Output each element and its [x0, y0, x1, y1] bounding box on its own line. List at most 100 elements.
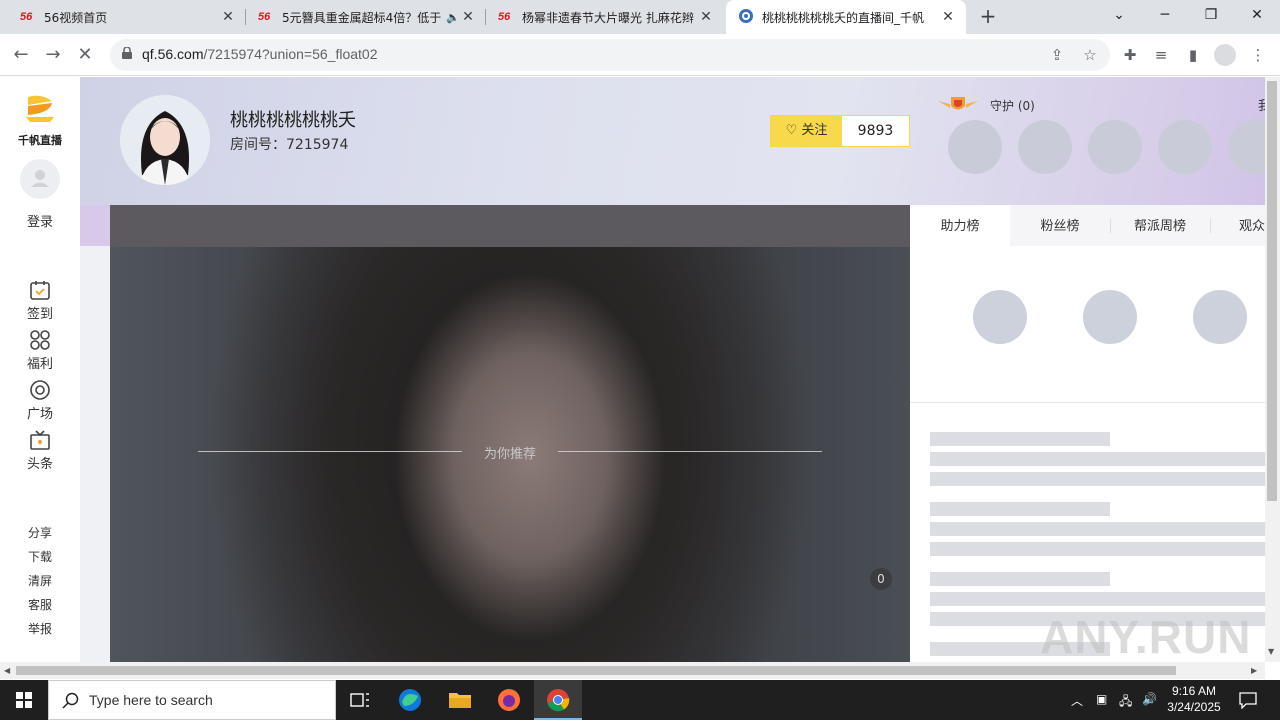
- qianfan-logo-icon[interactable]: [24, 93, 56, 123]
- search-placeholder: Type here to search: [89, 692, 213, 708]
- network-icon[interactable]: 🖧: [1119, 692, 1132, 713]
- ranking-tabs: 助力榜 粉丝榜 帮派周榜 观众: [910, 205, 1265, 246]
- share-icon[interactable]: ⇪: [1047, 45, 1067, 65]
- forward-arrow-icon[interactable]: →: [40, 42, 66, 68]
- login-avatar-icon[interactable]: [20, 159, 60, 199]
- host-name: 桃桃桃桃桃桃夭: [230, 110, 356, 131]
- left-sidebar: 千帆直播 登录 签到 福利 广场 头条 分享 下载 清屏 客服 举报: [0, 77, 80, 662]
- media-controls-icon[interactable]: ≡: [1150, 44, 1172, 66]
- file-explorer-icon[interactable]: [436, 680, 484, 720]
- horizontal-scrollbar[interactable]: ◀ ▶: [0, 662, 1265, 679]
- tab-search-chevron-icon[interactable]: ⌄: [1096, 0, 1142, 34]
- close-tab-icon[interactable]: ✕: [460, 9, 476, 25]
- browser-tab-2[interactable]: 56 5元簪具重金属超标4倍？低于 🔈 ✕: [246, 0, 486, 34]
- report-link[interactable]: 举报: [0, 620, 80, 637]
- loading-skeleton: [930, 572, 1110, 586]
- sidebar-item-headline[interactable]: 头条: [0, 429, 80, 472]
- follow-widget: ♡ 关注 9893: [770, 115, 910, 147]
- follower-count: 9893: [857, 123, 894, 139]
- clear-screen-link[interactable]: 清屏: [0, 572, 80, 589]
- side-panel-icon[interactable]: ▮: [1182, 44, 1204, 66]
- guard-shield-icon: [938, 97, 978, 110]
- live-room: 桃桃桃桃桃桃夭 房间号：7215974 ♡ 关注 9893 守护 (0) 我 为…: [80, 77, 1280, 662]
- close-tab-icon[interactable]: ✕: [220, 9, 236, 25]
- sidebar-item-welfare[interactable]: 福利: [0, 329, 80, 372]
- rank-avatar-slot[interactable]: [973, 290, 1027, 344]
- gift-grid-icon: [30, 330, 50, 350]
- tab-guild-weekly-rank[interactable]: 帮派周榜: [1110, 205, 1210, 246]
- browser-tab-1[interactable]: 56 56视频首页 ✕: [8, 0, 246, 34]
- video-player[interactable]: 为你推荐 0: [110, 205, 910, 662]
- windows-taskbar: Type here to search ︿ ▣ 🖧 🔊 9:16 AM 3/24…: [0, 680, 1280, 720]
- meet-now-icon[interactable]: ▣: [1096, 692, 1107, 706]
- stop-loading-icon[interactable]: ✕: [72, 42, 98, 68]
- taskbar-search-box[interactable]: Type here to search: [48, 680, 336, 720]
- share-link[interactable]: 分享: [0, 524, 80, 541]
- follow-button[interactable]: ♡ 关注: [771, 116, 842, 146]
- page-viewport: 千帆直播 登录 签到 福利 广场 头条 分享 下载 清屏 客服 举报 桃桃桃桃桃…: [0, 77, 1280, 662]
- tab-fans-rank[interactable]: 粉丝榜: [1010, 205, 1110, 246]
- calendar-check-icon: [30, 281, 50, 300]
- download-link[interactable]: 下载: [0, 548, 80, 565]
- volume-icon[interactable]: 🔊: [1142, 692, 1157, 706]
- ranking-panel: 助力榜 粉丝榜 帮派周榜 观众: [910, 205, 1265, 662]
- sidebar-item-checkin[interactable]: 签到: [0, 279, 80, 322]
- bookmark-star-icon[interactable]: ☆: [1080, 45, 1100, 65]
- browser-tab-active[interactable]: 桃桃桃桃桃桃夭的直播间_千帆 ✕: [726, 0, 966, 34]
- extensions-puzzle-icon[interactable]: ✚: [1119, 44, 1141, 66]
- clock-date[interactable]: 3/24/2025: [1160, 700, 1228, 714]
- url-text: qf.56.com/7215974?union=56_float02: [142, 46, 378, 62]
- tv-headline-icon: [30, 430, 50, 450]
- notifications-icon[interactable]: [1238, 691, 1258, 709]
- scroll-right-arrow-icon[interactable]: ▶: [1251, 666, 1257, 675]
- browser-tab-3[interactable]: 56 杨幂非遗春节大片曝光 扎麻花辫 ✕: [486, 0, 724, 34]
- new-tab-button[interactable]: +: [976, 5, 1000, 29]
- guard-slot[interactable]: [1088, 120, 1142, 174]
- tab-title: 桃桃桃桃桃桃夭的直播间_千帆: [762, 10, 925, 25]
- customer-service-link[interactable]: 客服: [0, 596, 80, 613]
- loading-skeleton: [930, 542, 1265, 556]
- loading-skeleton: [930, 452, 1265, 466]
- sidebar-item-label: 福利: [26, 357, 53, 372]
- chrome-icon[interactable]: [534, 680, 582, 720]
- plaza-circle-icon: [30, 380, 50, 400]
- guard-slot[interactable]: [1018, 120, 1072, 174]
- back-arrow-icon[interactable]: ←: [8, 42, 34, 68]
- rank-avatar-slot[interactable]: [1193, 290, 1247, 344]
- vertical-scrollbar[interactable]: ▼: [1265, 77, 1280, 662]
- profile-avatar-icon[interactable]: [1214, 44, 1236, 66]
- recommend-title: 为你推荐: [483, 447, 536, 462]
- windows-start-icon[interactable]: [0, 680, 48, 720]
- close-tab-icon[interactable]: ✕: [698, 9, 714, 25]
- room-id: 房间号：7215974: [230, 137, 349, 153]
- scrollbar-thumb[interactable]: [16, 666, 1176, 675]
- tab-audience[interactable]: 观众: [1210, 205, 1270, 246]
- rank-avatar-slot[interactable]: [1083, 290, 1137, 344]
- sidebar-item-plaza[interactable]: 广场: [0, 379, 80, 422]
- guard-slot[interactable]: [948, 120, 1002, 174]
- tab-support-rank[interactable]: 助力榜: [910, 205, 1010, 246]
- anyrun-watermark: ANY.RUN: [1040, 611, 1252, 663]
- task-view-icon[interactable]: [336, 680, 384, 720]
- host-avatar[interactable]: [120, 95, 210, 185]
- scroll-down-arrow-icon[interactable]: ▼: [1268, 647, 1274, 656]
- guard-slot[interactable]: [1158, 120, 1212, 174]
- url-path: /7215974?union=56_float02: [203, 46, 378, 62]
- restore-icon[interactable]: ❐: [1188, 0, 1234, 34]
- show-hidden-icons-chevron-icon[interactable]: ︿: [1071, 692, 1083, 709]
- minimize-icon[interactable]: ─: [1142, 0, 1188, 34]
- clock-time[interactable]: 9:16 AM: [1160, 684, 1228, 698]
- speaker-icon[interactable]: 🔈: [446, 11, 460, 24]
- site-56-icon: 56: [258, 11, 271, 23]
- address-bar[interactable]: qf.56.com/7215974?union=56_float02 ⇪ ☆: [110, 39, 1110, 71]
- close-tab-icon[interactable]: ✕: [940, 9, 956, 25]
- firefox-icon[interactable]: [485, 680, 533, 720]
- login-link[interactable]: 登录: [0, 211, 80, 230]
- browser-menu-icon[interactable]: ⋮: [1247, 44, 1269, 66]
- edge-browser-icon[interactable]: [386, 680, 434, 720]
- close-window-icon[interactable]: ✕: [1234, 0, 1280, 34]
- viewer-count-badge[interactable]: 0: [870, 568, 892, 590]
- scrollbar-thumb[interactable]: [1267, 81, 1277, 501]
- scroll-left-arrow-icon[interactable]: ◀: [4, 666, 10, 675]
- tab-title: 杨幂非遗春节大片曝光 扎麻花辫: [522, 10, 694, 25]
